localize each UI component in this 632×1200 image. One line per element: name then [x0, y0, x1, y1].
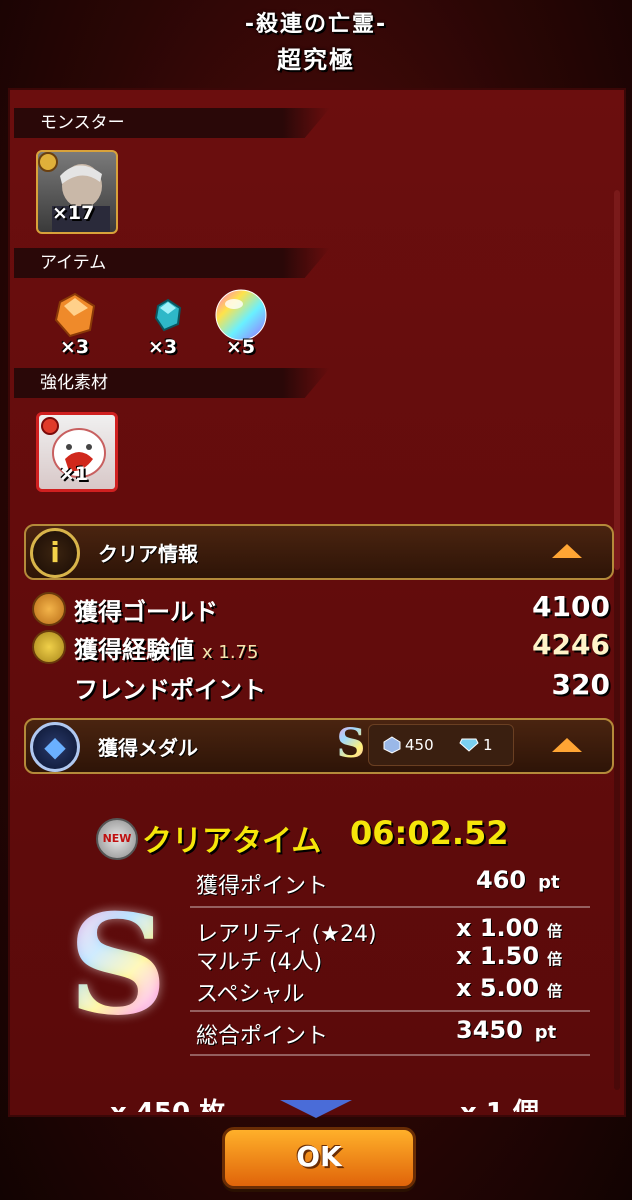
- multi-mult-row: x 1.50 倍: [456, 942, 562, 970]
- pt-unit: pt: [538, 872, 560, 893]
- item-blue-crystal[interactable]: ×3: [142, 290, 202, 360]
- exp-label: 獲得経験値: [74, 636, 194, 664]
- bai-unit-1: 倍: [547, 922, 563, 940]
- points-label: 獲得ポイント: [196, 874, 329, 899]
- rarity-mult-row: x 1.00 倍: [456, 914, 562, 942]
- medal-count: 450: [405, 736, 434, 754]
- exp-icon: [32, 630, 66, 664]
- material-count: ×1: [59, 463, 89, 485]
- section-header-monster: モンスター: [14, 108, 330, 138]
- divider-3: [190, 1054, 590, 1056]
- new-badge: NEW: [96, 818, 138, 860]
- total-value: 3450: [456, 1016, 523, 1044]
- medal-icon: [383, 736, 401, 754]
- clear-info-label: クリア情報: [98, 542, 198, 566]
- rarity-mult: x 1.00: [456, 914, 540, 942]
- points-value: 460: [476, 866, 527, 894]
- exp-value: 4246: [532, 628, 610, 661]
- orange-crystal-icon: [54, 292, 96, 338]
- item-count-blue: ×3: [148, 336, 178, 358]
- gold-value: 4100: [532, 590, 610, 623]
- special-mult-row: x 5.00 倍: [456, 974, 562, 1002]
- multi-label: マルチ (4人): [196, 950, 323, 975]
- peek-gem-count: x 1 個: [460, 1092, 539, 1112]
- section-header-material: 強化素材: [14, 368, 330, 398]
- item-count-rainbow: ×5: [226, 336, 256, 358]
- gold-coin-icon: [32, 592, 66, 626]
- clear-info-bar[interactable]: i クリア情報: [24, 524, 614, 580]
- medal-label: 獲得メダル: [98, 736, 198, 760]
- medal-bar[interactable]: ◆ 獲得メダル: [24, 718, 614, 774]
- divider-1: [190, 906, 590, 908]
- peek-medal-count: x 450 枚: [110, 1092, 225, 1112]
- friend-point-label: フレンドポイント: [74, 676, 266, 704]
- scroll-down-arrow-icon[interactable]: [280, 1100, 352, 1118]
- scroll-thumb[interactable]: [614, 190, 620, 570]
- ok-button[interactable]: OK: [222, 1127, 416, 1189]
- item-rainbow-orb[interactable]: ×5: [214, 288, 278, 360]
- quest-title-header: -殺連の亡霊- 超究極: [0, 0, 632, 82]
- bottom-peek: x 450 枚 x 1 個: [100, 1090, 620, 1112]
- medal-summary: 450 1: [368, 724, 514, 766]
- divider-2: [190, 1010, 590, 1012]
- clear-time-value: 06:02.52: [350, 814, 509, 852]
- gold-row: 獲得ゴールド 4100: [22, 588, 618, 626]
- exp-row: 獲得経験値 x 1.75 4246: [22, 626, 618, 665]
- total-label: 総合ポイント: [196, 1024, 329, 1049]
- medal-shield-icon: ◆: [30, 722, 80, 772]
- material-tile[interactable]: ×1: [36, 412, 118, 492]
- bai-unit-2: 倍: [547, 950, 563, 968]
- monster-portrait[interactable]: ×17: [36, 150, 118, 234]
- exp-label-wrap: 獲得経験値 x 1.75: [74, 630, 258, 665]
- total-value-row: 3450 pt: [456, 1016, 556, 1044]
- collapse-arrow-icon[interactable]: [552, 544, 582, 558]
- pt-unit-2: pt: [534, 1022, 557, 1043]
- gem-count: 1: [483, 736, 493, 754]
- item-count-orange: ×3: [60, 336, 90, 358]
- rainbow-orb-icon: [215, 289, 267, 341]
- friend-point-row: フレンドポイント 320: [22, 666, 618, 704]
- exp-multiplier: x 1.75: [202, 642, 259, 663]
- clear-time-label: クリアタイム: [142, 824, 322, 859]
- collapse-arrow-icon-2[interactable]: [552, 738, 582, 752]
- quest-title: -殺連の亡霊-: [244, 12, 388, 37]
- special-label: スペシャル: [196, 982, 305, 1007]
- item-orange-crystal[interactable]: ×3: [50, 290, 110, 360]
- gem-icon: [459, 738, 479, 752]
- blue-crystal-icon: [154, 298, 182, 332]
- rank-big-s: S: [68, 883, 168, 1046]
- monster-count: ×17: [52, 202, 95, 224]
- multi-mult: x 1.50: [456, 942, 540, 970]
- bai-unit-3: 倍: [547, 982, 563, 1000]
- rank-small-s: S: [334, 724, 368, 764]
- points-value-row: 460 pt: [476, 866, 560, 894]
- friend-point-value: 320: [551, 668, 610, 701]
- quest-difficulty: 超究極: [277, 46, 355, 74]
- special-mult: x 5.00: [456, 974, 540, 1002]
- gold-label: 獲得ゴールド: [74, 598, 218, 626]
- info-icon: i: [30, 528, 80, 578]
- section-header-item: アイテム: [14, 248, 330, 278]
